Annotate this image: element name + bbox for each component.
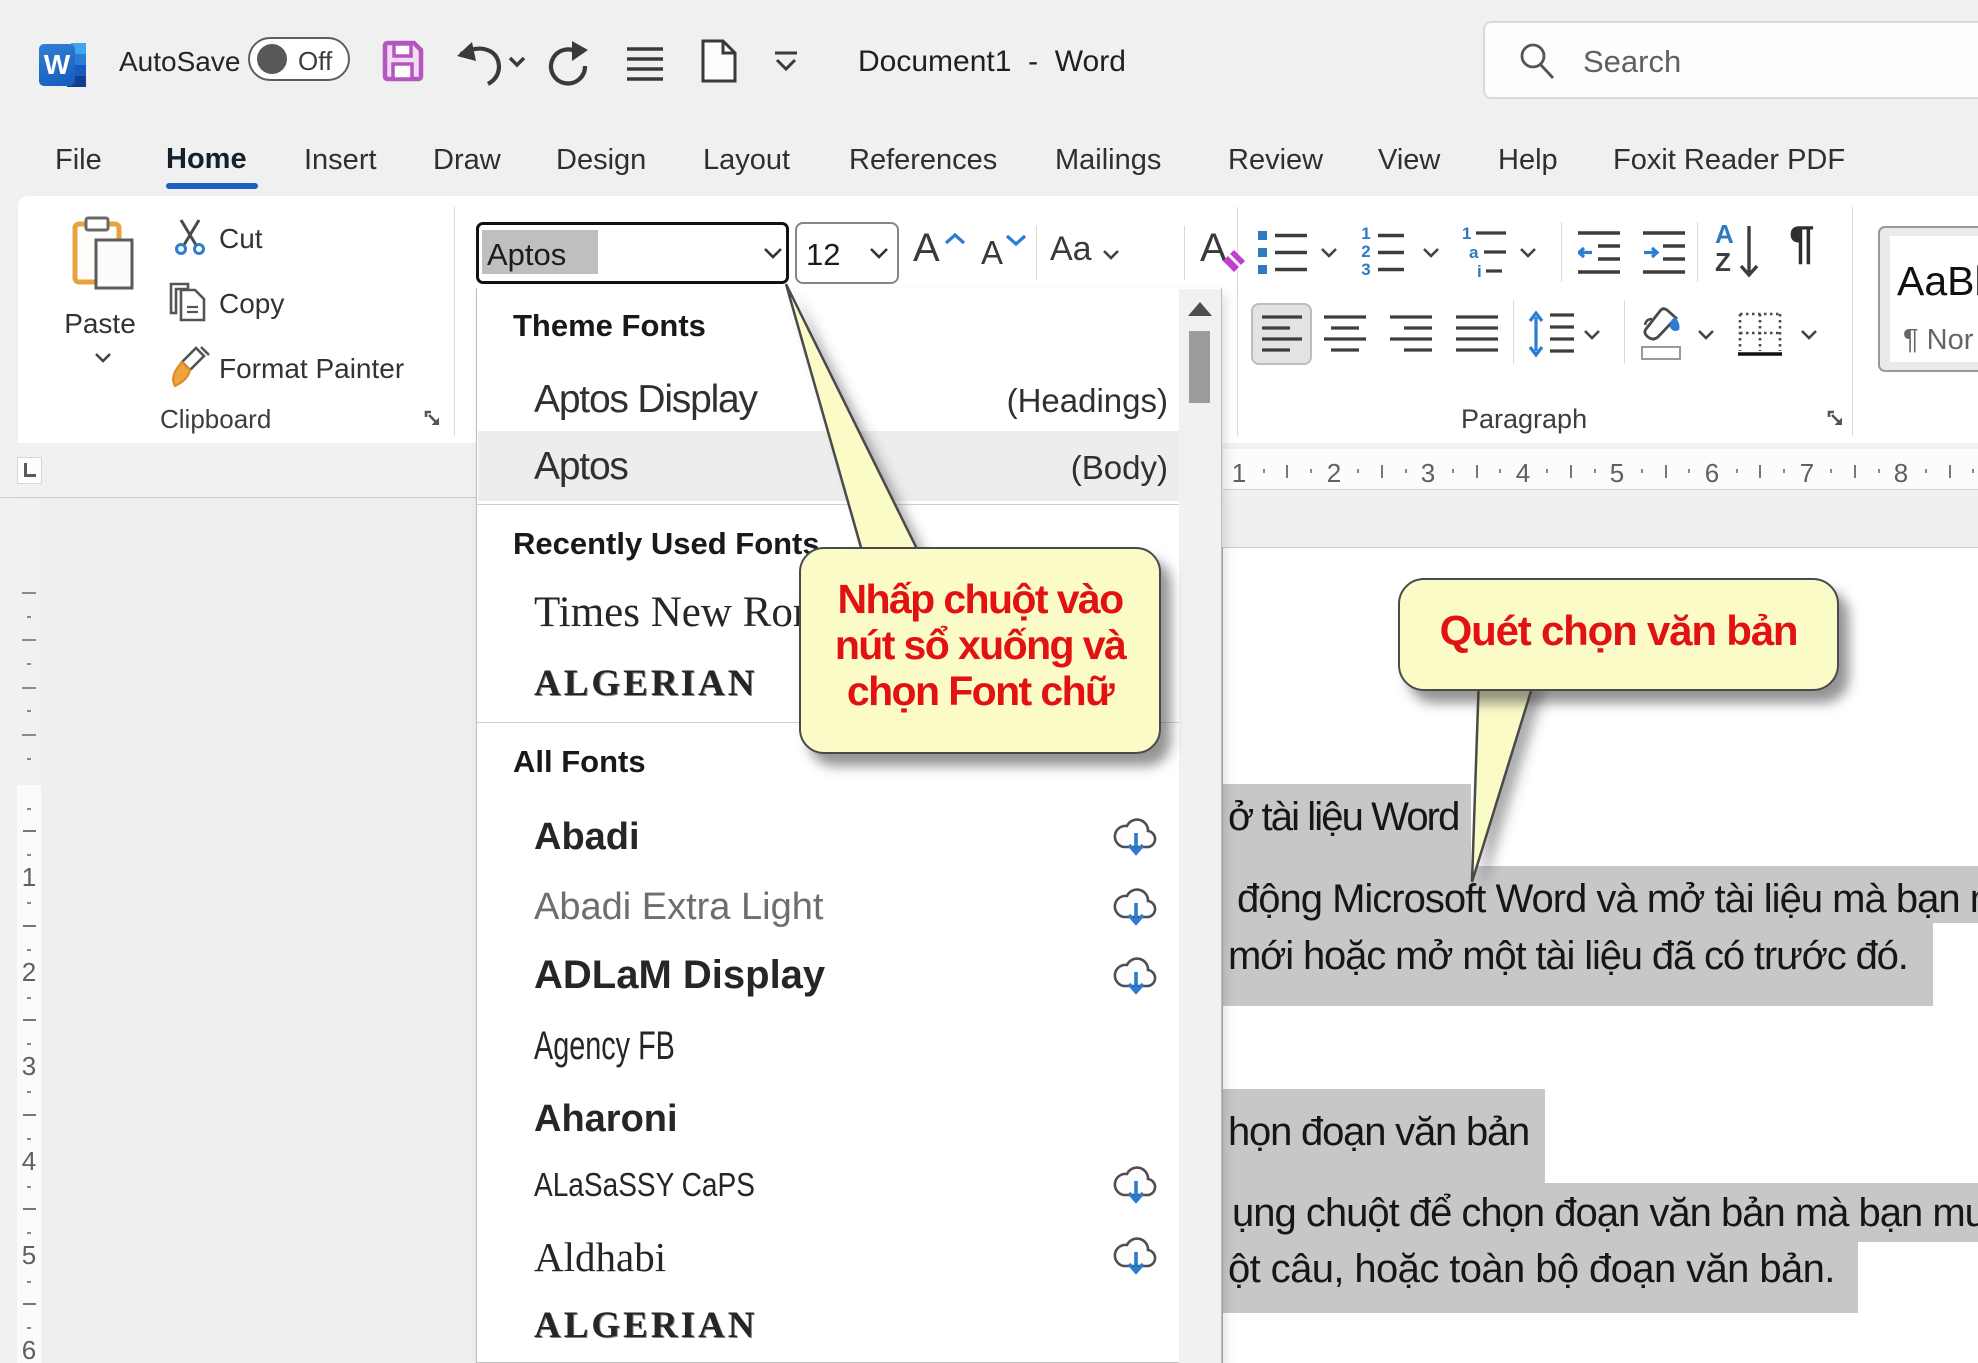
svg-text:1: 1 — [1462, 225, 1471, 243]
svg-text:i: i — [1477, 262, 1482, 281]
svg-text:a: a — [1469, 243, 1479, 262]
